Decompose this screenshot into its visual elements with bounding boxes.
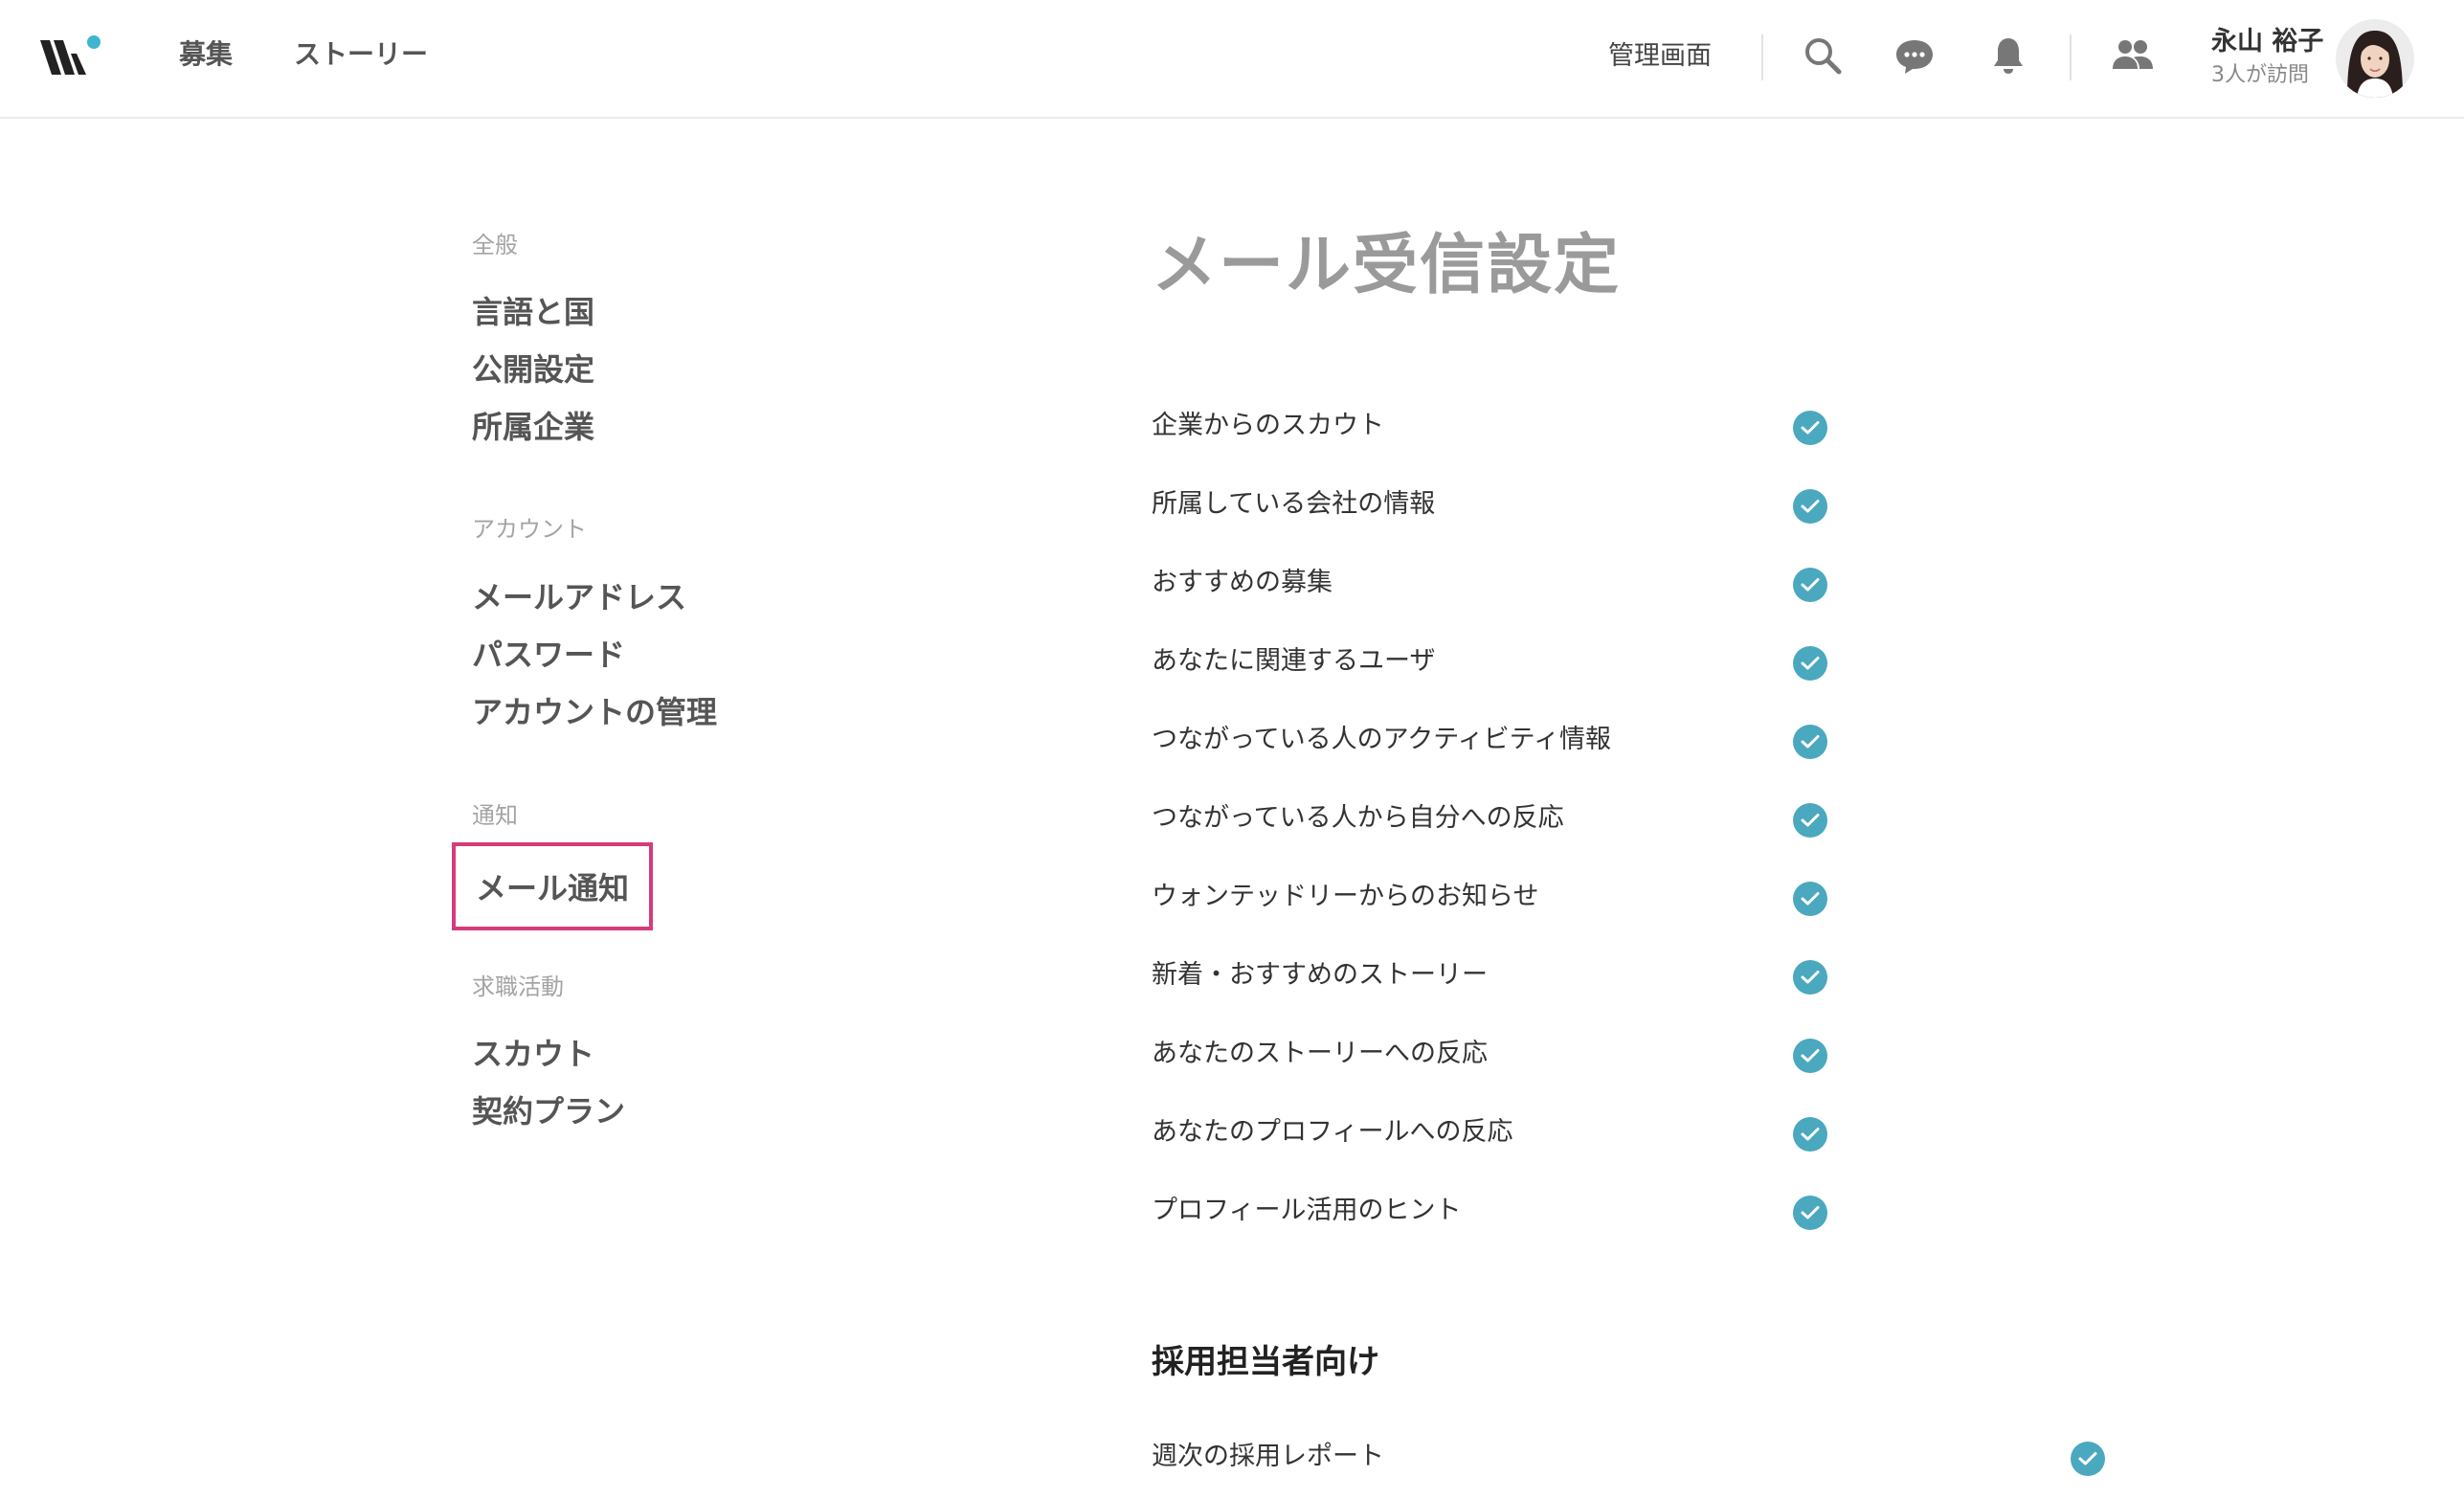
user-name[interactable]: 永山 裕子	[2211, 25, 2323, 59]
sidebar-item-language[interactable]: 言語と国	[472, 292, 594, 332]
setting-row: あなたのプロフィールへの反応	[1152, 1111, 1831, 1155]
check-icon[interactable]	[1793, 1117, 1827, 1152]
setting-row: あなたのストーリーへの反応	[1152, 1033, 1831, 1077]
setting-label: プロフィール活用のヒント	[1152, 1196, 1462, 1225]
sidebar-item-contract-plan[interactable]: 契約プラン	[472, 1091, 625, 1131]
people-icon[interactable]	[2106, 29, 2160, 82]
sidebar-item-email[interactable]: メールアドレス	[472, 577, 686, 617]
setting-label: あなたに関連するユーザ	[1152, 646, 1436, 676]
check-icon[interactable]	[1793, 882, 1827, 916]
setting-row: プロフィール活用のヒント	[1152, 1190, 1831, 1234]
chat-icon[interactable]	[1888, 29, 1941, 82]
search-icon[interactable]	[1796, 29, 1849, 82]
bell-icon[interactable]	[1982, 29, 2035, 82]
sidebar-item-privacy[interactable]: 公開設定	[472, 349, 594, 390]
header-divider	[2070, 34, 2072, 80]
setting-label: あなたのプロフィールへの反応	[1152, 1117, 1513, 1147]
admin-link[interactable]: 管理画面	[1608, 38, 1712, 75]
setting-row: つながっている人のアクティビティ情報	[1152, 719, 1831, 763]
setting-label: 所属している会社の情報	[1152, 489, 1436, 519]
check-icon[interactable]	[2071, 1442, 2105, 1476]
visitor-count[interactable]: 3人が訪問	[2211, 61, 2309, 90]
avatar[interactable]	[2336, 19, 2414, 98]
setting-row: 週次の採用レポート	[1152, 1436, 2109, 1480]
section-title-job-hunting: 求職活動	[472, 973, 564, 1000]
setting-row: つながっている人から自分への反応	[1152, 797, 1831, 841]
header-divider	[1761, 34, 1763, 80]
sidebar-item-password[interactable]: パスワード	[472, 635, 625, 675]
setting-label: おすすめの募集	[1152, 568, 1333, 597]
setting-label: つながっている人から自分への反応	[1152, 803, 1564, 833]
check-icon[interactable]	[1793, 725, 1827, 759]
check-icon[interactable]	[1793, 411, 1827, 445]
check-icon[interactable]	[1793, 1196, 1827, 1230]
setting-label: ウォンテッドリーからのお知らせ	[1152, 882, 1539, 911]
sidebar-item-account-management[interactable]: アカウントの管理	[472, 692, 717, 732]
setting-label: つながっている人のアクティビティ情報	[1152, 725, 1612, 754]
setting-row: おすすめの募集	[1152, 562, 1831, 606]
check-icon[interactable]	[1793, 1039, 1827, 1073]
check-icon[interactable]	[1793, 646, 1827, 681]
section-title-account: アカウント	[472, 516, 587, 543]
check-icon[interactable]	[1793, 960, 1827, 995]
sidebar-item-company[interactable]: 所属企業	[472, 407, 594, 447]
setting-label: 週次の採用レポート	[1152, 1442, 1384, 1471]
setting-row: 所属している会社の情報	[1152, 483, 1831, 527]
setting-row: 新着・おすすめのストーリー	[1152, 954, 1831, 998]
check-icon[interactable]	[1793, 803, 1827, 838]
setting-label: 新着・おすすめのストーリー	[1152, 960, 1488, 990]
setting-row: 企業からのスカウト	[1152, 405, 1831, 449]
sidebar-item-mail-notification[interactable]: メール通知	[452, 842, 654, 930]
section-title-general: 全般	[472, 232, 518, 258]
setting-row: ウォンテッドリーからのお知らせ	[1152, 876, 1831, 920]
check-icon[interactable]	[1793, 568, 1827, 602]
setting-label: あなたのストーリーへの反応	[1152, 1039, 1488, 1068]
page-title: メール受信設定	[1152, 228, 1622, 303]
sidebar-item-scout[interactable]: スカウト	[472, 1034, 594, 1074]
section-title-notification: 通知	[472, 802, 518, 829]
setting-row: あなたに関連するユーザ	[1152, 640, 1831, 684]
settings-sidebar: 全般 言語と国 公開設定 所属企業 アカウント メールアドレス パスワード アカ…	[0, 0, 1053, 1499]
recruiter-section-title: 採用担当者向け	[1152, 1343, 1379, 1381]
setting-label: 企業からのスカウト	[1152, 411, 1384, 440]
check-icon[interactable]	[1793, 489, 1827, 524]
